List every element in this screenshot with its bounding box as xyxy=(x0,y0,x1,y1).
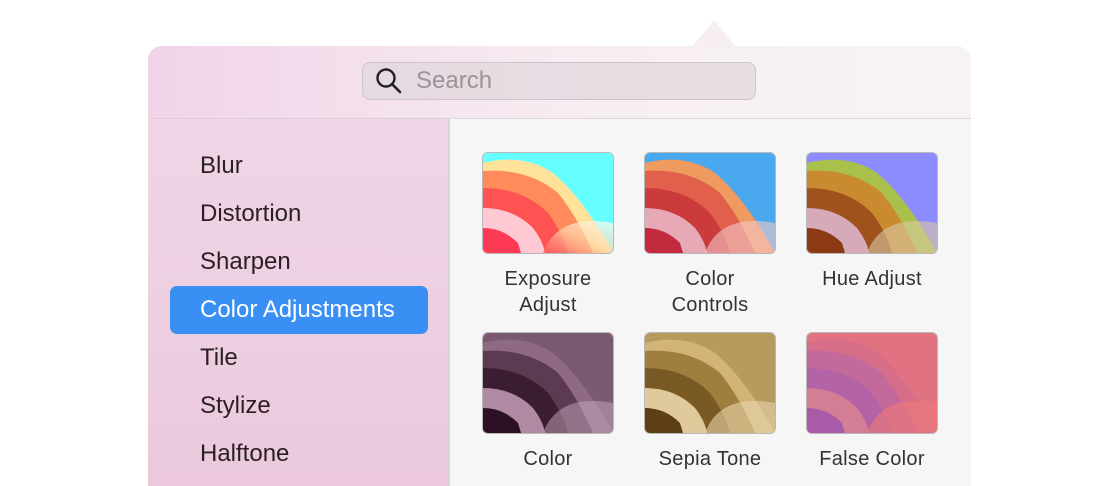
sidebar-item-distortion[interactable]: Distortion xyxy=(170,190,428,238)
filter-browser-popover: Blur Distortion Sharpen Color Adjustment… xyxy=(148,46,971,486)
color-controls-thumbnail xyxy=(644,152,776,254)
category-sidebar: Blur Distortion Sharpen Color Adjustment… xyxy=(148,118,448,486)
search-input[interactable] xyxy=(414,66,748,96)
sidebar-item-tile[interactable]: Tile xyxy=(170,334,428,382)
sidebar-item-blur[interactable]: Blur xyxy=(170,142,428,190)
exposure-adjust-thumbnail xyxy=(482,152,614,254)
filter-tile-false-color[interactable]: False Color xyxy=(806,332,938,472)
filter-label: False Color xyxy=(819,448,925,470)
filter-label: Exposure Adjust xyxy=(504,268,592,316)
sidebar-item-sharpen[interactable]: Sharpen xyxy=(170,238,428,286)
filter-label: Sepia Tone xyxy=(658,448,762,470)
hue-adjust-thumbnail xyxy=(806,152,938,254)
false-color-thumbnail xyxy=(806,332,938,434)
filter-tile-exposure-adjust[interactable]: Exposure Adjust xyxy=(482,152,614,318)
color-thumbnail xyxy=(482,332,614,434)
sidebar-item-halftone[interactable]: Halftone xyxy=(170,430,428,478)
popover-arrow xyxy=(692,20,736,47)
sidebar-item-color-adjustments[interactable]: Color Adjustments xyxy=(170,286,428,334)
sepia-tone-thumbnail xyxy=(644,332,776,434)
search-icon xyxy=(376,68,402,94)
filter-label: Hue Adjust xyxy=(822,268,922,290)
filter-tile-hue-adjust[interactable]: Hue Adjust xyxy=(806,152,938,292)
filter-tile-sepia-tone[interactable]: Sepia Tone xyxy=(644,332,776,472)
filter-label: Color xyxy=(523,448,573,470)
filter-tile-color[interactable]: Color xyxy=(482,332,614,472)
filter-grid-pane: Exposure Adjust Color Controls Hue Adjus… xyxy=(450,118,971,486)
filter-label: Color Controls xyxy=(671,268,749,316)
filter-tile-color-controls[interactable]: Color Controls xyxy=(644,152,776,318)
search-field[interactable] xyxy=(362,62,756,100)
sidebar-item-stylize[interactable]: Stylize xyxy=(170,382,428,430)
